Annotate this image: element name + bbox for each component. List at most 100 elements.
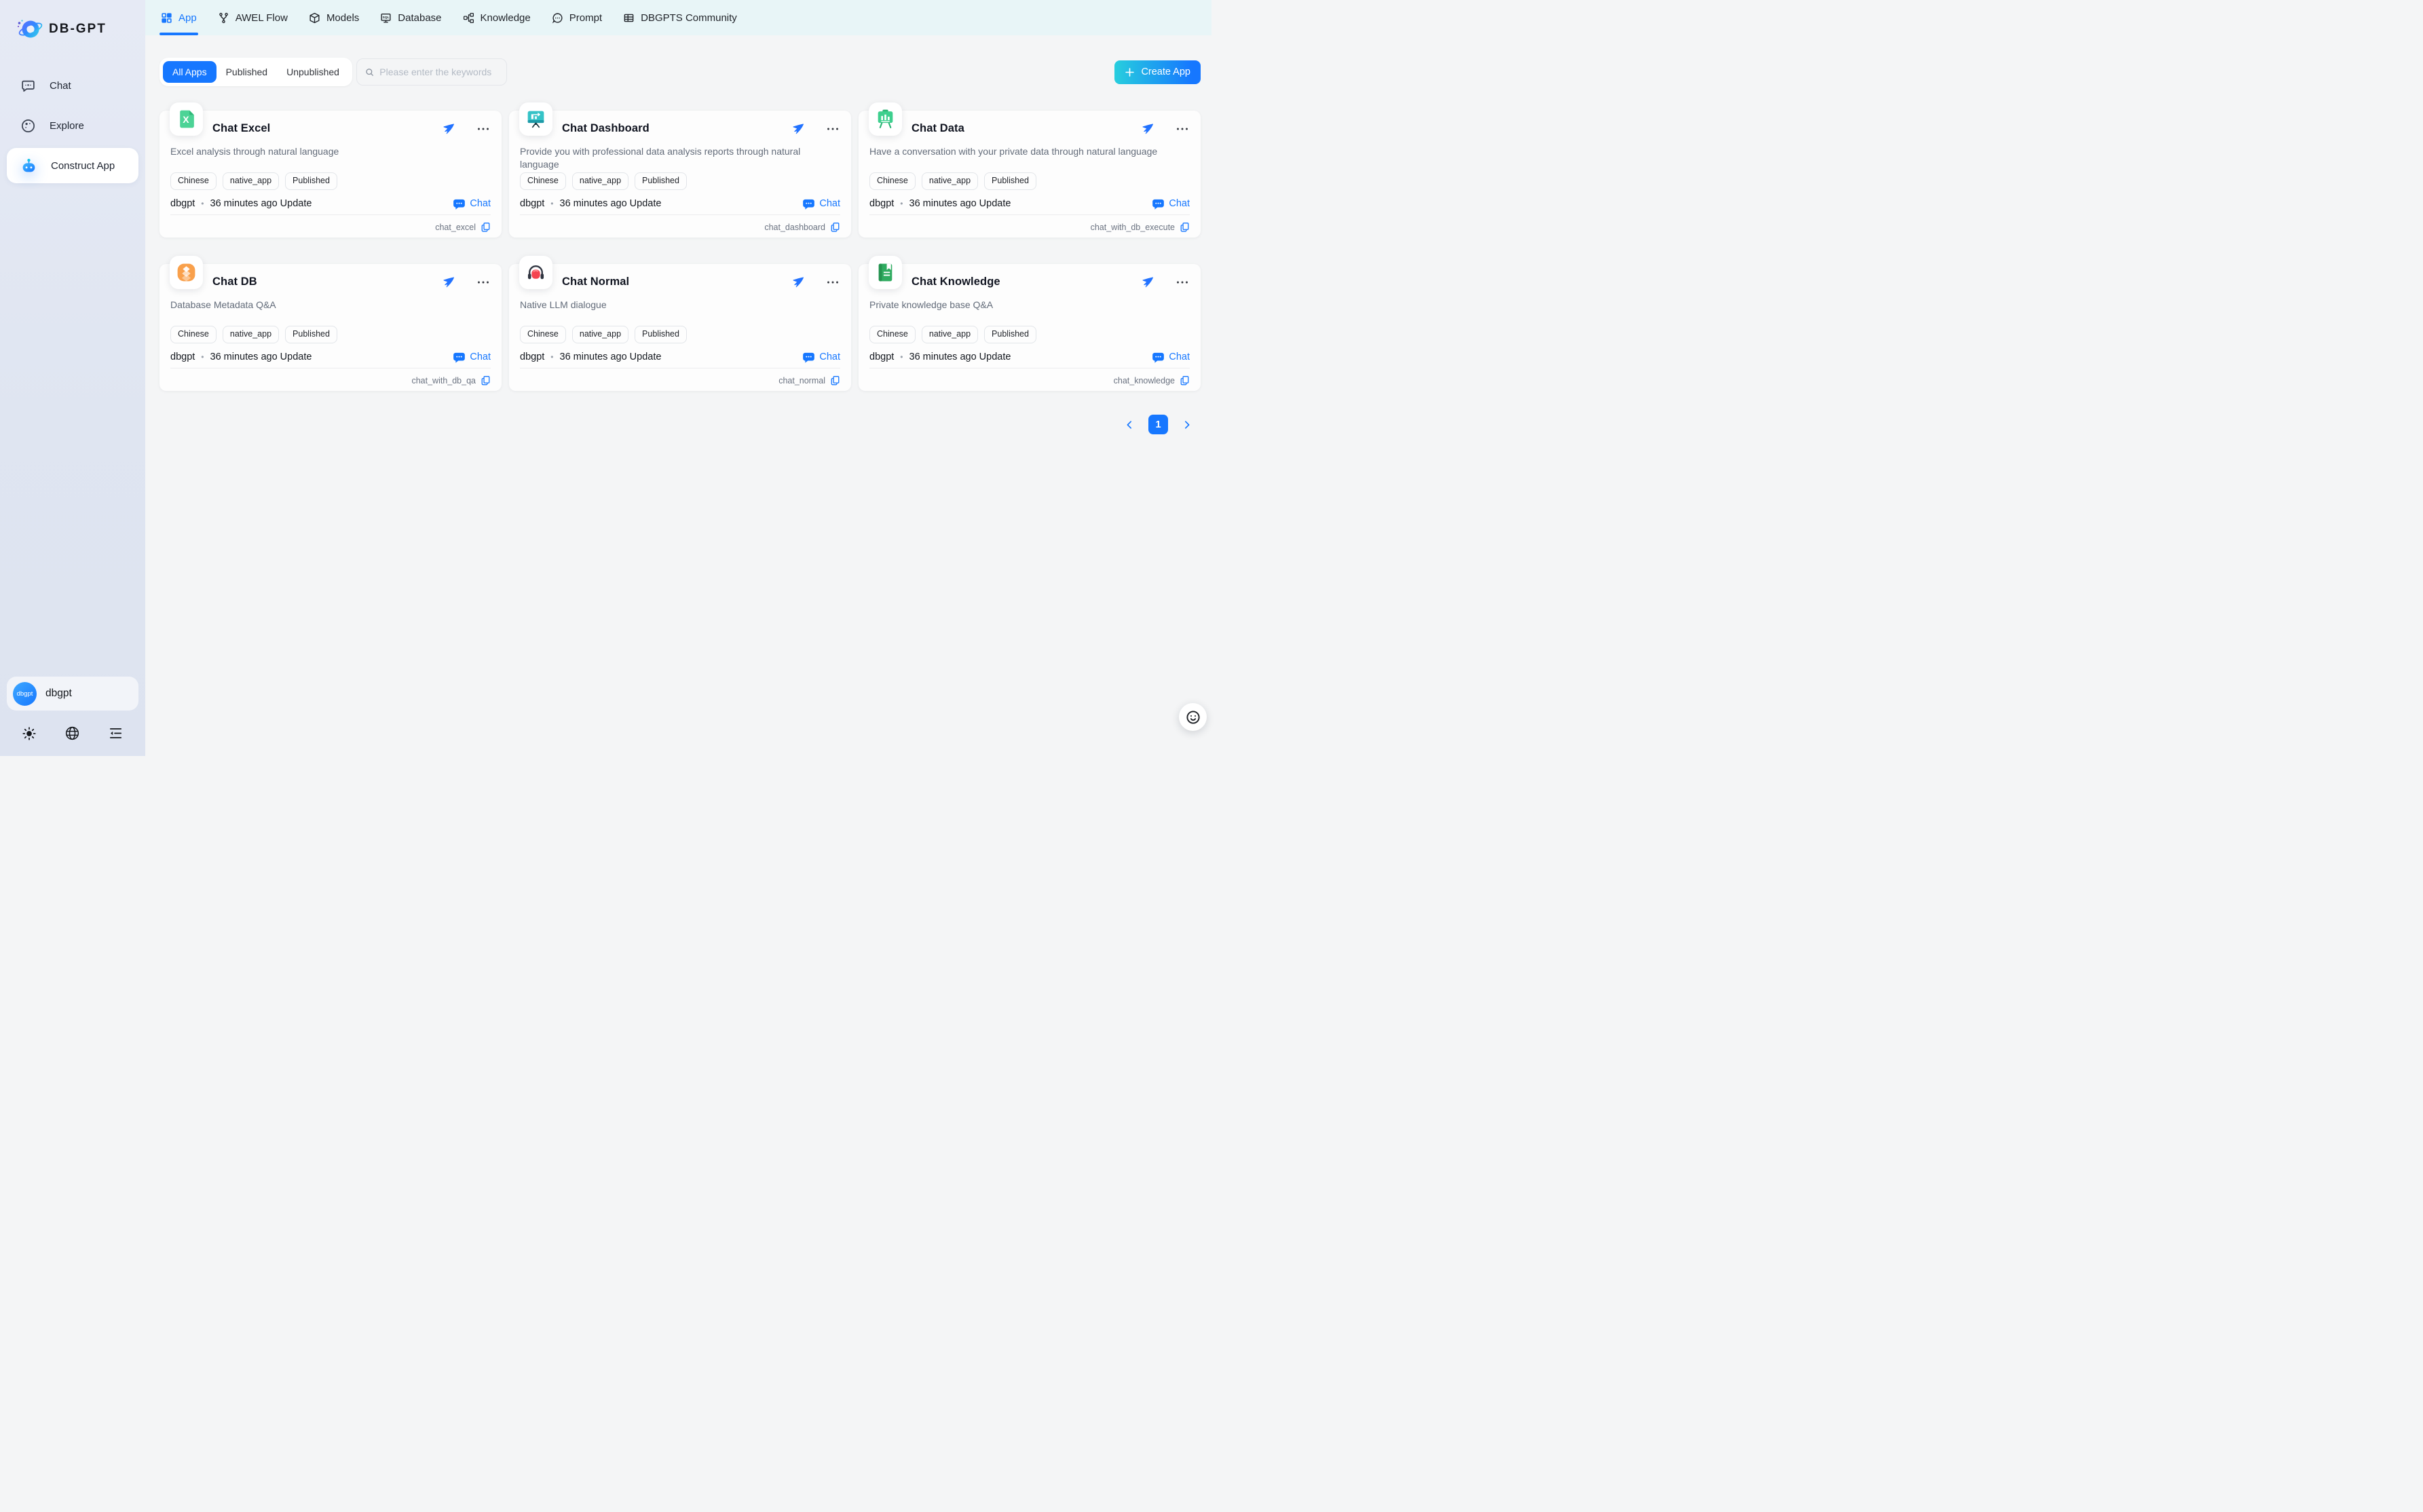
- tab-prompt[interactable]: Prompt: [552, 0, 602, 35]
- create-app-button[interactable]: Create App: [1114, 60, 1201, 84]
- chat-button[interactable]: Chat: [453, 197, 491, 210]
- filter-published[interactable]: Published: [217, 61, 278, 83]
- tag-chip: Published: [285, 326, 337, 343]
- more-menu-button[interactable]: [477, 127, 489, 131]
- tab-app[interactable]: App: [161, 0, 197, 35]
- app-card[interactable]: X Chat Excel: [159, 111, 502, 238]
- sidebar-item-label: Explore: [50, 120, 84, 132]
- separator-dot: •: [550, 199, 553, 208]
- theme-sun-icon[interactable]: [22, 726, 37, 741]
- divider: [170, 214, 491, 215]
- feedback-fab-button[interactable]: [1179, 703, 1207, 731]
- app-tags: Chinesenative_appPublished: [170, 172, 491, 190]
- content-area: All Apps Published Unpublished Create Ap…: [145, 35, 1212, 756]
- chat-button[interactable]: Chat: [802, 197, 840, 210]
- app-card[interactable]: Chat Knowledge: [859, 264, 1201, 391]
- more-menu-button[interactable]: [1176, 280, 1188, 284]
- copy-icon[interactable]: [830, 222, 840, 232]
- smiley-icon: [1185, 709, 1201, 725]
- tag-chip: Published: [635, 326, 687, 343]
- app-icon: [869, 102, 902, 136]
- chat-button[interactable]: Chat: [1152, 197, 1190, 210]
- separator-dot: •: [900, 352, 903, 362]
- tab-dbgpts-community[interactable]: DBGPTS Community: [623, 0, 737, 35]
- sidebar-item-explore[interactable]: Explore: [7, 108, 138, 143]
- app-updated: 36 minutes ago Update: [909, 352, 1011, 362]
- app-card-footer: chat_dashboard: [764, 222, 840, 232]
- sidebar: DB-GPT Chat Explore: [0, 0, 145, 756]
- more-menu-button[interactable]: [827, 280, 839, 284]
- chevron-right-icon: [1182, 420, 1192, 430]
- dingtalk-share-icon[interactable]: [442, 276, 455, 288]
- app-scene-code: chat_knowledge: [1114, 376, 1175, 385]
- app-icon: X: [170, 102, 203, 136]
- dingtalk-share-icon[interactable]: [1141, 276, 1154, 288]
- tab-awel-flow[interactable]: AWEL Flow: [218, 0, 288, 35]
- page-number[interactable]: 1: [1148, 415, 1168, 434]
- tab-knowledge[interactable]: Knowledge: [463, 0, 531, 35]
- filter-segmented-control: All Apps Published Unpublished: [159, 58, 352, 86]
- app-card[interactable]: Chat Data: [859, 111, 1201, 238]
- dingtalk-share-icon[interactable]: [791, 122, 804, 135]
- prev-page-button[interactable]: [1125, 420, 1134, 430]
- user-profile[interactable]: dbgpt dbgpt: [7, 677, 138, 711]
- more-menu-button[interactable]: [827, 127, 839, 131]
- brand-logo: DB-GPT: [0, 0, 145, 46]
- app-card-footer: chat_excel: [435, 222, 491, 232]
- app-tags: Chinesenative_appPublished: [869, 172, 1190, 190]
- dingtalk-share-icon[interactable]: [442, 122, 455, 135]
- tag-chip: native_app: [922, 172, 978, 190]
- more-menu-button[interactable]: [477, 280, 489, 284]
- chat-bubble-filled-icon: [1152, 197, 1165, 210]
- network-icon: [463, 12, 474, 24]
- prompt-bubble-icon: [552, 12, 563, 24]
- copy-icon[interactable]: [481, 375, 491, 385]
- tag-chip: Published: [984, 326, 1036, 343]
- app-card-footer: chat_with_db_qa: [411, 375, 491, 385]
- separator-dot: •: [201, 199, 204, 208]
- tab-models[interactable]: Models: [309, 0, 359, 35]
- next-page-button[interactable]: [1182, 420, 1192, 430]
- app-card[interactable]: Chat Normal: [509, 264, 851, 391]
- search-input[interactable]: [379, 67, 498, 77]
- filter-unpublished[interactable]: Unpublished: [277, 61, 349, 83]
- dingtalk-share-icon[interactable]: [791, 276, 804, 288]
- copy-icon[interactable]: [1180, 222, 1190, 232]
- app-description: Database Metadata Q&A: [170, 299, 491, 326]
- collapse-sidebar-icon[interactable]: [108, 725, 124, 741]
- sidebar-item-chat[interactable]: Chat: [7, 68, 138, 103]
- tag-chip: Chinese: [520, 172, 566, 190]
- filter-all-apps[interactable]: All Apps: [163, 61, 217, 83]
- app-updated: 36 minutes ago Update: [210, 352, 312, 362]
- tab-database[interactable]: SQL Database: [380, 0, 441, 35]
- chat-bubble-filled-icon: [453, 197, 466, 210]
- language-globe-icon[interactable]: [64, 725, 80, 741]
- copy-icon[interactable]: [481, 222, 491, 232]
- chat-button[interactable]: Chat: [802, 351, 840, 364]
- app-scene-code: chat_excel: [435, 223, 476, 232]
- dbgpt-app-window: DB-GPT Chat Explore: [0, 0, 1212, 756]
- copy-icon[interactable]: [830, 375, 840, 385]
- app-meta: dbgpt • 36 minutes ago Update Chat: [170, 197, 491, 210]
- chat-button[interactable]: Chat: [453, 351, 491, 364]
- more-menu-button[interactable]: [1176, 127, 1188, 131]
- app-icon: [519, 102, 552, 136]
- app-owner: dbgpt: [170, 198, 195, 209]
- separator-dot: •: [900, 199, 903, 208]
- plus-icon: [1125, 67, 1135, 77]
- app-card[interactable]: Chat DB D: [159, 264, 502, 391]
- dingtalk-share-icon[interactable]: [1141, 122, 1154, 135]
- chat-button-label: Chat: [470, 352, 491, 362]
- app-description: Native LLM dialogue: [520, 299, 840, 326]
- toolbar: All Apps Published Unpublished Create Ap…: [159, 58, 1201, 86]
- chat-button[interactable]: Chat: [1152, 351, 1190, 364]
- app-card-footer: chat_normal: [778, 375, 840, 385]
- app-description: Private knowledge base Q&A: [869, 299, 1190, 326]
- copy-icon[interactable]: [1180, 375, 1190, 385]
- search-box[interactable]: [356, 58, 507, 86]
- svg-text:SQL: SQL: [383, 16, 390, 20]
- app-tags: Chinesenative_appPublished: [170, 326, 491, 343]
- tag-chip: Chinese: [170, 172, 217, 190]
- sidebar-item-construct-app[interactable]: Construct App: [7, 148, 138, 183]
- app-card[interactable]: Chat Dashboard: [509, 111, 851, 238]
